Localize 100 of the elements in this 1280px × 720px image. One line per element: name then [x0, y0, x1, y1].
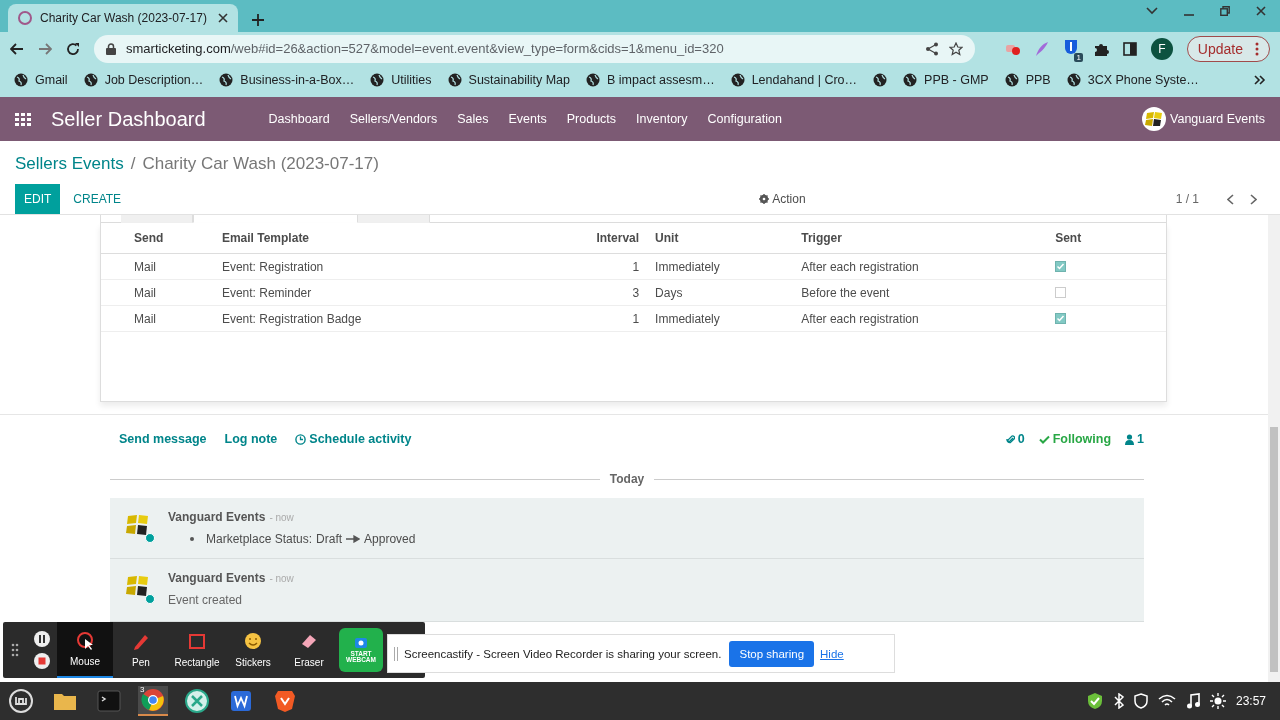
drag-handle-icon[interactable] [11, 643, 19, 657]
stop-sharing-button[interactable]: Stop sharing [729, 640, 815, 667]
menu-item[interactable]: Products [556, 112, 627, 126]
menu-item[interactable]: Sellers/Vendors [339, 112, 448, 126]
message-author[interactable]: Vanguard Events [168, 510, 266, 524]
recorder-tool[interactable]: Eraser [281, 622, 337, 678]
start-menu-icon[interactable] [9, 689, 33, 713]
profile-avatar[interactable]: F [1150, 37, 1173, 60]
hide-link[interactable]: Hide [820, 647, 844, 660]
attachments-button[interactable]: 0 [1005, 432, 1025, 446]
bookmark[interactable]: 3CX Phone Syste… [1066, 73, 1199, 87]
followers-button[interactable]: 1 [1125, 432, 1144, 446]
shield-check-icon[interactable] [1085, 692, 1104, 710]
bookmark[interactable]: Utilities [370, 73, 432, 87]
new-tab-icon[interactable] [252, 14, 264, 26]
globe-icon [903, 73, 918, 87]
forward-icon[interactable] [38, 42, 52, 55]
column-header[interactable]: Email Template [221, 231, 310, 245]
tracking-new-value: Approved [364, 532, 416, 546]
back-icon[interactable] [10, 42, 24, 55]
apps-menu-icon[interactable] [15, 112, 31, 126]
lock-icon [106, 42, 116, 55]
column-header[interactable]: Unit [655, 231, 679, 245]
brightness-icon[interactable] [1209, 693, 1226, 709]
star-icon[interactable] [948, 41, 963, 56]
message-author[interactable]: Vanguard Events [168, 571, 266, 585]
column-header[interactable]: Trigger [801, 231, 842, 245]
check-icon [1038, 434, 1050, 444]
table-cell: 1 [632, 259, 640, 274]
bookmark[interactable]: Gmail [14, 73, 68, 87]
restore-icon[interactable] [1220, 6, 1230, 16]
shield-extension-icon[interactable] [1062, 39, 1079, 55]
clock[interactable]: 23:57 [1235, 694, 1266, 708]
document-icon[interactable] [229, 689, 253, 713]
reload-icon[interactable] [66, 41, 80, 56]
recorder-tool[interactable]: Mouse [57, 622, 113, 678]
bookmark[interactable]: PPB - GMP [903, 73, 989, 87]
scrollbar-thumb[interactable] [1270, 427, 1278, 672]
rectangle-icon [188, 632, 206, 651]
table-cell: After each registration [801, 259, 919, 274]
share-icon[interactable] [924, 41, 939, 56]
globe-icon [586, 73, 600, 87]
menu-item[interactable]: Configuration [697, 112, 792, 126]
chevron-down-icon[interactable] [1146, 7, 1158, 15]
more-bookmarks-icon[interactable] [1254, 75, 1266, 85]
music-icon[interactable] [1185, 693, 1200, 709]
stop-icon[interactable] [34, 653, 50, 669]
column-header[interactable]: Interval [596, 231, 640, 245]
globe-icon [14, 73, 28, 87]
table-cell: 3 [632, 285, 640, 300]
cursor-icon [76, 631, 94, 650]
next-icon[interactable] [1250, 193, 1257, 205]
recorder-tool[interactable]: Rectangle [169, 622, 225, 678]
bookmark[interactable]: PPB [1004, 73, 1051, 87]
bookmark[interactable]: Business-in-a-Box… [219, 73, 355, 87]
user-name[interactable]: Vanguard Events [1170, 112, 1265, 126]
chatter-action[interactable]: Log note [224, 432, 278, 446]
extension-badge: 1 [1074, 53, 1083, 62]
menu-item[interactable]: Events [498, 112, 557, 126]
webcam-icon [354, 636, 368, 649]
bookmark[interactable]: B impact assesm… [586, 73, 715, 87]
grip-icon [394, 646, 398, 661]
menu-item[interactable]: Dashboard [258, 112, 340, 126]
chatter-action[interactable]: Schedule activity [295, 432, 412, 446]
person-icon [1125, 433, 1135, 445]
table-cell: Event: Reminder [221, 285, 312, 300]
action-menu[interactable]: Action [759, 192, 806, 206]
feather-icon[interactable] [1034, 40, 1049, 57]
bookmark[interactable]: Sustainability Map [447, 73, 570, 87]
shield-icon[interactable] [1133, 693, 1148, 709]
lion-shield-icon[interactable] [273, 689, 297, 713]
browser-tab[interactable]: Charity Car Wash (2023-07-17) [8, 4, 238, 32]
chatter-action[interactable]: Send message [119, 432, 207, 446]
column-header[interactable]: Send [134, 231, 164, 245]
create-button[interactable]: CREATE [60, 184, 135, 214]
smiley-icon [244, 632, 262, 651]
side-panel-icon[interactable] [1122, 41, 1137, 56]
window-count: 3 [140, 685, 145, 694]
close-icon[interactable] [218, 13, 228, 23]
recorder-tool[interactable]: Pen [113, 622, 169, 678]
column-header[interactable]: Sent [1055, 231, 1082, 245]
address-bar[interactable]: smarticketing.com/web#id=26&action=527&model=event.event&view_type=form&cids=1&menu_id=320 [94, 34, 975, 63]
previous-icon[interactable] [1227, 193, 1234, 205]
recorder-tool[interactable]: Stickers [225, 622, 281, 678]
menu-item[interactable]: Sales [447, 112, 499, 126]
bluetooth-icon[interactable] [1113, 693, 1124, 709]
tracking-old-value: Draft [316, 532, 343, 546]
globe-icon [370, 73, 385, 87]
scrollbar[interactable] [1268, 215, 1280, 682]
breadcrumb-link[interactable]: Sellers Events [15, 154, 124, 174]
close-icon[interactable] [1256, 6, 1266, 16]
bookmark[interactable]: Lendahand | Cro… [730, 73, 858, 87]
wifi-icon[interactable] [1157, 694, 1176, 708]
update-button[interactable]: Update [1186, 35, 1270, 62]
browser-icon[interactable] [141, 688, 165, 712]
globe-icon [447, 73, 462, 87]
bookmark[interactable]: Job Description… [83, 73, 204, 87]
globe-icon[interactable] [873, 73, 888, 87]
pause-icon[interactable] [34, 631, 50, 647]
menu-item[interactable]: Inventory [626, 112, 698, 126]
